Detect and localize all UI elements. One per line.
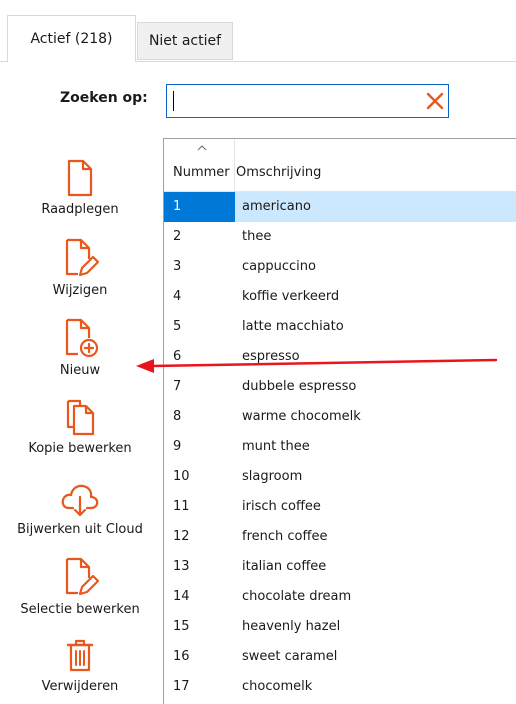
document-add-icon xyxy=(65,318,99,358)
cell-omschrijving: munt thee xyxy=(242,439,310,454)
cell-omschrijving: irisch coffee xyxy=(242,499,321,514)
cell-omschrijving: thee xyxy=(242,229,272,244)
cell-omschrijving: french coffee xyxy=(242,529,328,544)
wijzigen-label: Wijzigen xyxy=(52,283,108,298)
table-row[interactable]: 10 slagroom xyxy=(164,462,516,492)
column-header-omschrijving[interactable]: Omschrijving xyxy=(236,165,321,180)
verwijderen-button[interactable]: Verwijderen xyxy=(0,637,160,694)
cell-nummer: 3 xyxy=(173,259,182,274)
cell-omschrijving: slagroom xyxy=(242,469,303,484)
cell-nummer: 16 xyxy=(173,649,190,664)
table-row[interactable]: 3 cappuccino xyxy=(164,252,516,282)
cell-nummer: 7 xyxy=(173,379,182,394)
tab-bar: Niet actief Actief (218) xyxy=(0,0,516,62)
cell-omschrijving: americano xyxy=(242,199,311,214)
wijzigen-button[interactable]: Wijzigen xyxy=(0,237,160,298)
raadplegen-button[interactable]: Raadplegen xyxy=(0,158,160,217)
cell-omschrijving: italian coffee xyxy=(242,559,327,574)
table-row[interactable]: 16 sweet caramel xyxy=(164,642,516,672)
tab-actief[interactable]: Actief (218) xyxy=(7,15,136,62)
table-row[interactable]: 2 thee xyxy=(164,222,516,252)
selectie-bewerken-button[interactable]: Selectie bewerken xyxy=(0,556,160,617)
cell-nummer: 17 xyxy=(173,679,190,694)
cell-nummer: 4 xyxy=(173,289,182,304)
tab-niet-actief[interactable]: Niet actief xyxy=(137,22,233,60)
cell-nummer: 8 xyxy=(173,409,182,424)
cell-omschrijving: chocolate dream xyxy=(242,589,352,604)
cell-omschrijving: cappuccino xyxy=(242,259,316,274)
table-row[interactable]: 9 munt thee xyxy=(164,432,516,462)
column-header-nummer[interactable]: Nummer xyxy=(164,139,235,191)
cell-omschrijving: koffie verkeerd xyxy=(242,289,340,304)
trash-icon xyxy=(66,639,94,672)
table-row[interactable]: 4 koffie verkeerd xyxy=(164,282,516,312)
cell-nummer: 1 xyxy=(164,192,235,222)
cell-nummer: 9 xyxy=(173,439,182,454)
table-row[interactable]: 12 french coffee xyxy=(164,522,516,552)
table-row[interactable]: 7 dubbele espresso xyxy=(164,372,516,402)
cell-nummer: 10 xyxy=(173,469,190,484)
red-arrow-annotation xyxy=(136,358,498,373)
column-header-nummer-label: Nummer xyxy=(173,165,230,180)
cloud-download-icon xyxy=(61,484,99,517)
search-field[interactable] xyxy=(166,84,449,118)
cell-omschrijving: latte macchiato xyxy=(242,319,344,334)
clear-icon[interactable] xyxy=(425,91,445,111)
verwijderen-label: Verwijderen xyxy=(41,679,119,694)
cell-nummer: 14 xyxy=(173,589,190,604)
cell-omschrijving: sweet caramel xyxy=(242,649,338,664)
document-edit-icon xyxy=(65,238,100,277)
kopie-bewerken-label: Kopie bewerken xyxy=(28,441,132,456)
search-label: Zoeken op: xyxy=(60,90,148,106)
table-row[interactable]: 5 latte macchiato xyxy=(164,312,516,342)
bijwerken-uit-cloud-button[interactable]: Bijwerken uit Cloud xyxy=(0,478,160,537)
cell-nummer: 15 xyxy=(173,619,190,634)
document-icon xyxy=(67,159,93,197)
document-edit-icon xyxy=(65,557,100,596)
table-row[interactable]: 1 americano xyxy=(164,192,516,222)
cell-omschrijving: warme chocomelk xyxy=(242,409,361,424)
grid-header: Nummer Omschrijving xyxy=(164,139,516,192)
table-row[interactable]: 14 chocolate dream xyxy=(164,582,516,612)
table-row[interactable]: 13 italian coffee xyxy=(164,552,516,582)
bijwerken-uit-cloud-label: Bijwerken uit Cloud xyxy=(17,522,143,537)
cell-nummer: 13 xyxy=(173,559,190,574)
cell-nummer: 11 xyxy=(173,499,190,514)
table-row[interactable]: 8 warme chocomelk xyxy=(164,402,516,432)
copy-icon xyxy=(66,399,95,436)
grid-rows: 1 americano 2 thee 3 cappuccino 4 koffie verkee… xyxy=(164,192,516,702)
cell-nummer: 12 xyxy=(173,529,190,544)
cell-omschrijving: heavenly hazel xyxy=(242,619,341,634)
search-input[interactable] xyxy=(173,89,413,113)
raadplegen-label: Raadplegen xyxy=(41,202,119,217)
selectie-bewerken-label: Selectie bewerken xyxy=(20,602,140,617)
table-row[interactable]: 15 heavenly hazel xyxy=(164,612,516,642)
sort-ascending-icon xyxy=(197,145,207,151)
cell-omschrijving: dubbele espresso xyxy=(242,379,357,394)
kopie-bewerken-button[interactable]: Kopie bewerken xyxy=(0,397,160,456)
items-grid[interactable]: Nummer Omschrijving 1 americano 2 thee 3 capp… xyxy=(163,138,516,704)
cell-nummer: 5 xyxy=(173,319,182,334)
table-row[interactable]: 17 chocomelk xyxy=(164,672,516,702)
cell-nummer: 2 xyxy=(173,229,182,244)
cell-omschrijving: chocomelk xyxy=(242,679,313,694)
table-row[interactable]: 11 irisch coffee xyxy=(164,492,516,522)
